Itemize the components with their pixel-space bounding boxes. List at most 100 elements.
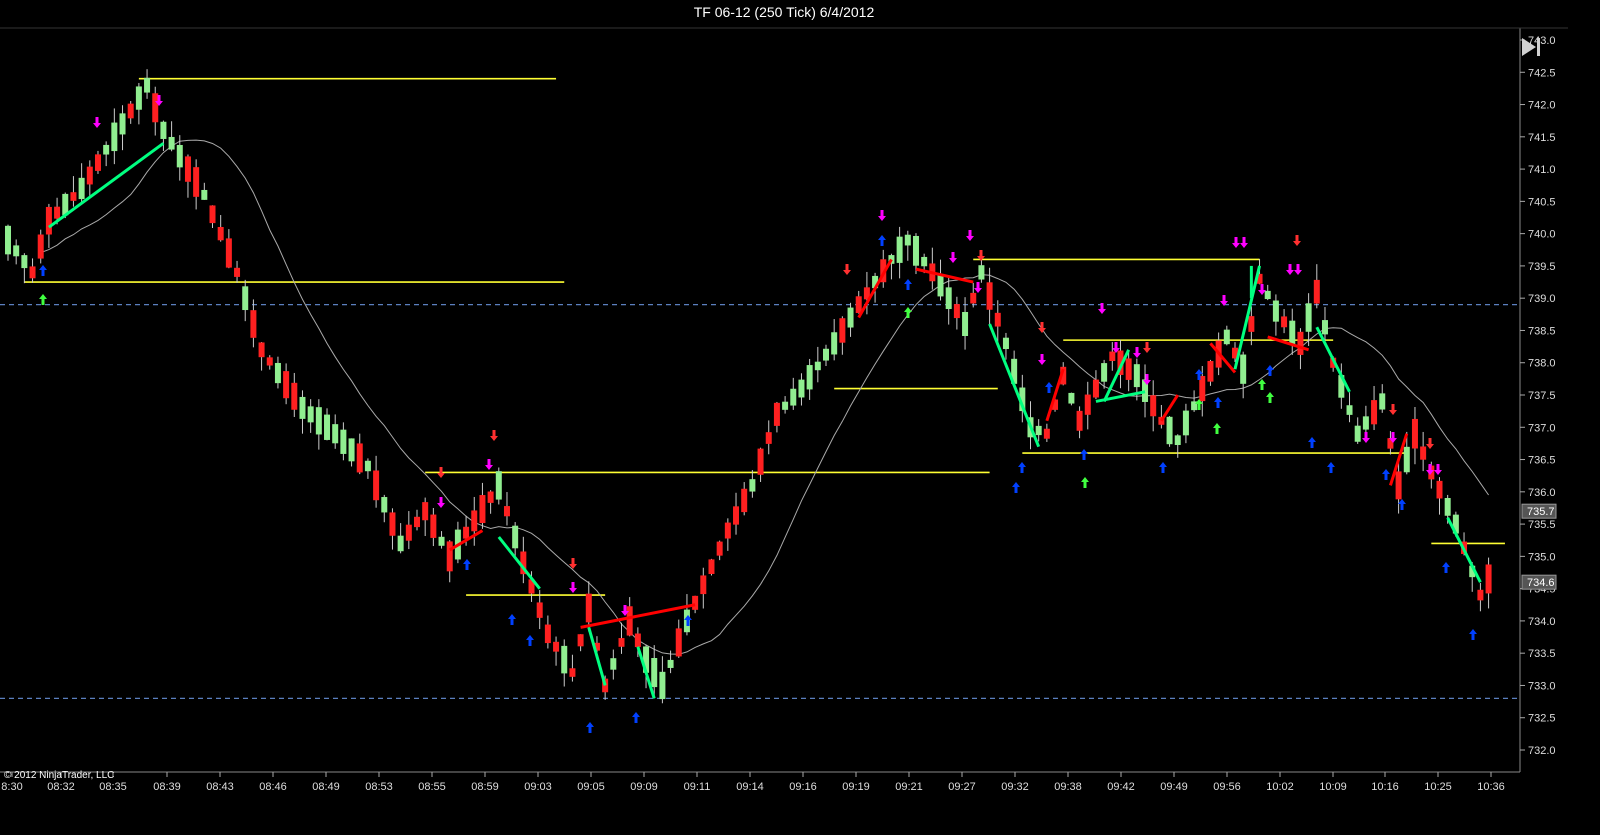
candle-body bbox=[381, 497, 388, 513]
candle-body bbox=[716, 541, 723, 556]
arrow-shaft bbox=[845, 264, 849, 271]
candle-body bbox=[921, 256, 928, 267]
skip-to-end-icon[interactable] bbox=[1519, 36, 1543, 58]
x-tick-label: 10:36 bbox=[1477, 781, 1505, 793]
signal-arrow bbox=[632, 712, 640, 723]
copyright-text: © 2012 NinjaTrader, LLC bbox=[4, 770, 115, 781]
arrow-head bbox=[586, 722, 594, 727]
candle-body bbox=[1002, 337, 1009, 350]
arrow-head bbox=[1045, 382, 1053, 387]
x-tick-label: 08:46 bbox=[259, 781, 287, 793]
arrow-shaft bbox=[492, 430, 496, 437]
x-tick-label: 09:56 bbox=[1213, 781, 1241, 793]
candle-body bbox=[487, 491, 494, 503]
candle-body bbox=[209, 205, 216, 224]
candle-body bbox=[1313, 279, 1320, 304]
x-tick-label: 10:02 bbox=[1266, 781, 1294, 793]
candle-body bbox=[1035, 425, 1042, 436]
signal-arrow bbox=[1266, 392, 1274, 403]
candle-body bbox=[430, 514, 437, 538]
arrow-shaft bbox=[1215, 427, 1219, 434]
arrow-head bbox=[569, 564, 577, 569]
candle-body bbox=[692, 595, 699, 610]
candle-body bbox=[536, 602, 543, 618]
signal-arrow bbox=[1469, 629, 1477, 640]
arrow-shaft bbox=[1161, 466, 1165, 473]
x-tick-label: 08:53 bbox=[365, 781, 393, 793]
arrow-shaft bbox=[1268, 396, 1272, 403]
candle-body bbox=[839, 318, 846, 343]
candle-body bbox=[708, 559, 715, 574]
arrow-shaft bbox=[623, 605, 627, 612]
candle-body bbox=[1174, 435, 1181, 446]
candle-body bbox=[659, 671, 666, 700]
y-tick-label: 739.0 bbox=[1528, 293, 1556, 305]
arrow-head bbox=[1220, 301, 1228, 306]
arrow-shaft bbox=[487, 459, 491, 466]
arrow-shaft bbox=[1040, 322, 1044, 329]
arrow-shaft bbox=[1242, 237, 1246, 244]
candle-body bbox=[111, 122, 118, 152]
arrow-head bbox=[39, 294, 47, 299]
candle-body bbox=[1101, 363, 1108, 382]
arrow-shaft bbox=[906, 283, 910, 290]
arrow-shaft bbox=[1040, 354, 1044, 361]
arrow-shaft bbox=[951, 252, 955, 259]
arrow-head bbox=[1232, 243, 1240, 248]
arrow-shaft bbox=[1083, 481, 1087, 488]
x-tick-label: 09:21 bbox=[895, 781, 923, 793]
trend-line-up bbox=[587, 626, 607, 686]
arrow-shaft bbox=[1310, 441, 1314, 448]
candle-body bbox=[274, 362, 281, 384]
candle-body bbox=[585, 593, 592, 623]
x-tick-label: 09:16 bbox=[789, 781, 817, 793]
candle-body bbox=[54, 206, 61, 219]
arrow-head bbox=[1018, 462, 1026, 467]
x-tick-label: 09:14 bbox=[736, 781, 764, 793]
x-tick-label: 10:25 bbox=[1424, 781, 1452, 793]
candle-body bbox=[471, 510, 478, 532]
candle-body bbox=[405, 524, 412, 541]
candle-body bbox=[814, 361, 821, 371]
price-chart[interactable]: 743.0742.5742.0741.5741.0740.5740.0739.5… bbox=[0, 0, 1568, 835]
arrow-head bbox=[508, 614, 516, 619]
arrow-shaft bbox=[1471, 633, 1475, 640]
candle-body bbox=[234, 267, 241, 277]
candle-body bbox=[1272, 300, 1279, 322]
signal-arrow bbox=[1434, 464, 1442, 475]
y-tick-label: 737.5 bbox=[1528, 390, 1556, 402]
y-tick-label: 736.5 bbox=[1528, 455, 1556, 467]
x-tick-label: 09:49 bbox=[1160, 781, 1188, 793]
candle-body bbox=[724, 522, 731, 539]
candle-body bbox=[634, 633, 641, 648]
candle-body bbox=[1150, 395, 1157, 417]
candle-body bbox=[389, 512, 396, 536]
signal-arrow bbox=[1214, 397, 1222, 408]
signal-arrow bbox=[1308, 437, 1316, 448]
candle-body bbox=[1068, 392, 1075, 404]
x-tick-label: 09:03 bbox=[524, 781, 552, 793]
y-tick-label: 739.5 bbox=[1528, 261, 1556, 273]
arrow-shaft bbox=[1145, 374, 1149, 381]
candle-body bbox=[266, 357, 273, 366]
trend-line-up bbox=[1315, 326, 1351, 393]
candle-body bbox=[21, 255, 28, 269]
arrow-head bbox=[39, 265, 47, 270]
candle-body bbox=[414, 516, 420, 528]
candle-body bbox=[561, 645, 568, 674]
y-tick-label: 735.5 bbox=[1528, 519, 1556, 531]
arrow-head bbox=[93, 123, 101, 128]
x-tick-label: 09:05 bbox=[577, 781, 605, 793]
candle-body bbox=[1125, 358, 1132, 380]
signal-arrow bbox=[966, 230, 974, 241]
candle-body bbox=[765, 432, 772, 444]
arrow-shaft bbox=[1400, 503, 1404, 510]
candle-body bbox=[1281, 316, 1288, 328]
candle-body bbox=[5, 225, 11, 255]
arrow-shaft bbox=[1114, 342, 1118, 349]
candle-body bbox=[94, 154, 101, 171]
candle-body bbox=[193, 167, 200, 197]
arrow-shaft bbox=[1384, 473, 1388, 480]
y-tick-label: 737.0 bbox=[1528, 422, 1556, 434]
arrow-shaft bbox=[1197, 373, 1201, 380]
